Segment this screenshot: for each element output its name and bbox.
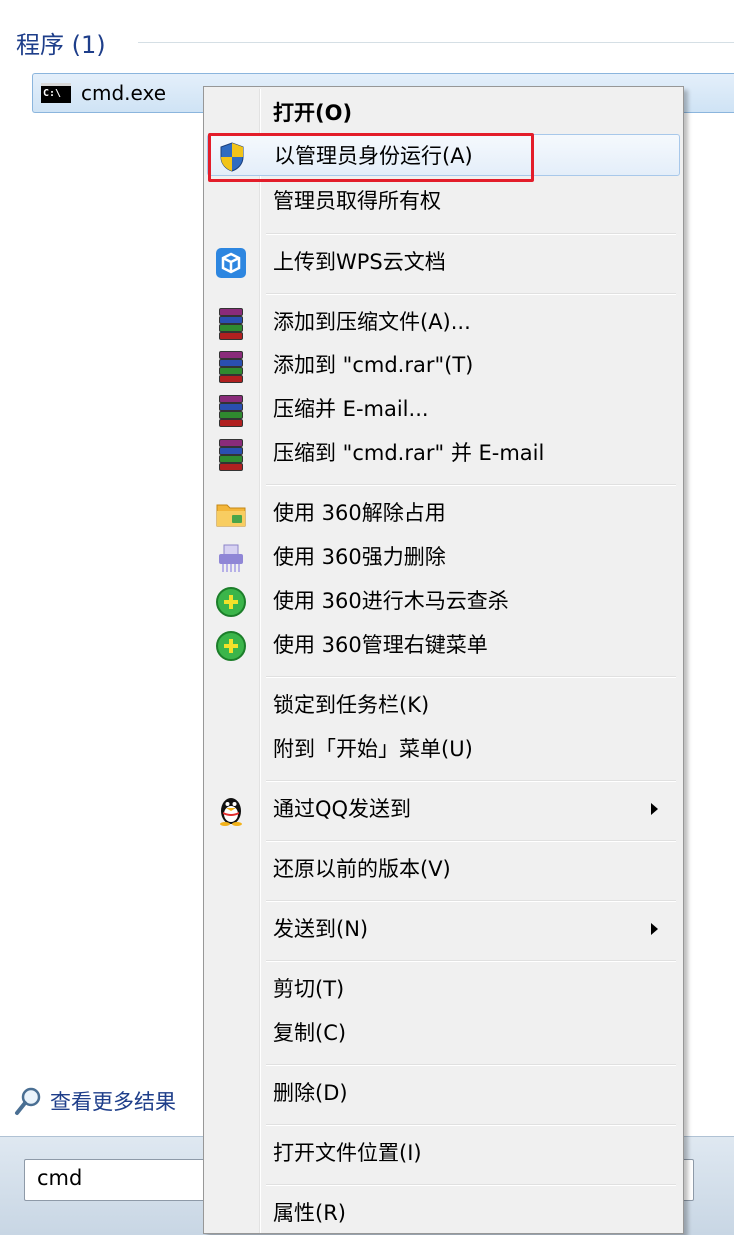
programs-section-title: 程序 (1)	[16, 30, 106, 59]
menu-item-send-qq[interactable]: 通过QQ发送到	[207, 788, 680, 830]
menu-item-delete[interactable]: 删除(D)	[207, 1072, 680, 1114]
menu-item-pin-start-label: 附到「开始」菜单(U)	[273, 737, 473, 761]
menu-item-compress-cmd-rar-email-label: 压缩到 "cmd.rar" 并 E-mail	[273, 441, 545, 465]
menu-item-restore-versions-label: 还原以前的版本(V)	[273, 857, 451, 881]
programs-section-header: 程序 (1)	[16, 24, 106, 60]
menu-item-add-to-cmd-rar[interactable]: 添加到 "cmd.rar"(T)	[207, 344, 680, 386]
wps-cloud-icon	[215, 247, 247, 279]
menu-item-compress-email[interactable]: 压缩并 E-mail...	[207, 388, 680, 430]
context-menu: 打开(O) 以管理员身份运行(A) 管理员取得所有权 上传到WPS云文档 添加到…	[203, 86, 684, 1234]
search-input-value: cmd	[37, 1166, 83, 1190]
menu-item-360-manage-menu[interactable]: 使用 360管理右键菜单	[207, 624, 680, 666]
menu-item-copy-label: 复制(C)	[273, 1021, 347, 1045]
menu-item-360-force-delete[interactable]: 使用 360强力删除	[207, 536, 680, 578]
cmd-console-icon: C:\	[41, 83, 71, 103]
menu-item-pin-taskbar[interactable]: 锁定到任务栏(K)	[207, 684, 680, 726]
menu-separator	[266, 900, 676, 902]
winrar-books-icon	[215, 394, 247, 427]
menu-item-compress-cmd-rar-email[interactable]: 压缩到 "cmd.rar" 并 E-mail	[207, 432, 680, 474]
menu-item-copy[interactable]: 复制(C)	[207, 1012, 680, 1054]
menu-separator	[266, 1184, 676, 1186]
menu-item-add-to-archive-label: 添加到压缩文件(A)...	[273, 310, 471, 334]
menu-item-360-unlock-label: 使用 360解除占用	[273, 501, 446, 525]
menu-separator	[266, 484, 676, 486]
menu-item-delete-label: 删除(D)	[273, 1081, 348, 1105]
menu-item-360-unlock[interactable]: 使用 360解除占用	[207, 492, 680, 534]
menu-item-open-label: 打开(O)	[273, 101, 353, 125]
menu-item-properties[interactable]: 属性(R)	[207, 1192, 680, 1234]
menu-item-send-to-label: 发送到(N)	[273, 917, 369, 941]
menu-item-send-qq-label: 通过QQ发送到	[273, 797, 412, 821]
menu-item-360-force-delete-label: 使用 360强力删除	[273, 545, 446, 569]
menu-item-360-manage-menu-label: 使用 360管理右键菜单	[273, 633, 488, 657]
menu-item-restore-versions[interactable]: 还原以前的版本(V)	[207, 848, 680, 890]
menu-item-take-ownership-label: 管理员取得所有权	[273, 189, 441, 213]
360-green-plus-icon	[215, 586, 247, 618]
section-divider	[138, 42, 734, 43]
menu-separator	[266, 293, 676, 295]
menu-item-take-ownership[interactable]: 管理员取得所有权	[207, 180, 680, 222]
menu-item-add-to-cmd-rar-label: 添加到 "cmd.rar"(T)	[273, 353, 474, 377]
menu-separator	[266, 960, 676, 962]
menu-item-properties-label: 属性(R)	[273, 1201, 346, 1225]
menu-item-pin-taskbar-label: 锁定到任务栏(K)	[273, 693, 430, 717]
menu-item-cut[interactable]: 剪切(T)	[207, 968, 680, 1010]
menu-separator	[266, 1064, 676, 1066]
winrar-books-icon	[215, 438, 247, 471]
annotation-highlight-box	[208, 133, 534, 182]
qq-penguin-icon	[215, 794, 247, 826]
menu-separator	[266, 676, 676, 678]
menu-item-add-to-archive[interactable]: 添加到压缩文件(A)...	[207, 301, 680, 343]
menu-item-cut-label: 剪切(T)	[273, 977, 345, 1001]
menu-separator	[266, 1124, 676, 1126]
see-more-results-link[interactable]: 查看更多结果	[14, 1086, 176, 1116]
winrar-books-icon	[215, 350, 247, 383]
menu-item-open[interactable]: 打开(O)	[207, 92, 680, 134]
menu-item-360-trojan-scan[interactable]: 使用 360进行木马云查杀	[207, 580, 680, 622]
menu-item-upload-wps[interactable]: 上传到WPS云文档	[207, 241, 680, 283]
360-unlock-folder-icon	[215, 498, 247, 530]
submenu-arrow-icon	[651, 803, 658, 815]
menu-separator	[266, 233, 676, 235]
menu-item-open-location[interactable]: 打开文件位置(I)	[207, 1132, 680, 1174]
search-magnifier-icon	[15, 1087, 41, 1115]
see-more-results-label: 查看更多结果	[50, 1090, 176, 1114]
menu-separator	[266, 780, 676, 782]
menu-separator	[266, 840, 676, 842]
360-shredder-icon	[215, 542, 247, 574]
menu-item-compress-email-label: 压缩并 E-mail...	[273, 397, 429, 421]
program-result-label: cmd.exe	[81, 81, 167, 105]
menu-item-send-to[interactable]: 发送到(N)	[207, 908, 680, 950]
winrar-books-icon	[215, 307, 247, 340]
submenu-arrow-icon	[651, 923, 658, 935]
360-green-plus-icon	[215, 630, 247, 662]
menu-item-pin-start[interactable]: 附到「开始」菜单(U)	[207, 728, 680, 770]
menu-item-upload-wps-label: 上传到WPS云文档	[273, 250, 446, 274]
menu-item-open-location-label: 打开文件位置(I)	[273, 1141, 422, 1165]
menu-item-360-trojan-scan-label: 使用 360进行木马云查杀	[273, 589, 509, 613]
